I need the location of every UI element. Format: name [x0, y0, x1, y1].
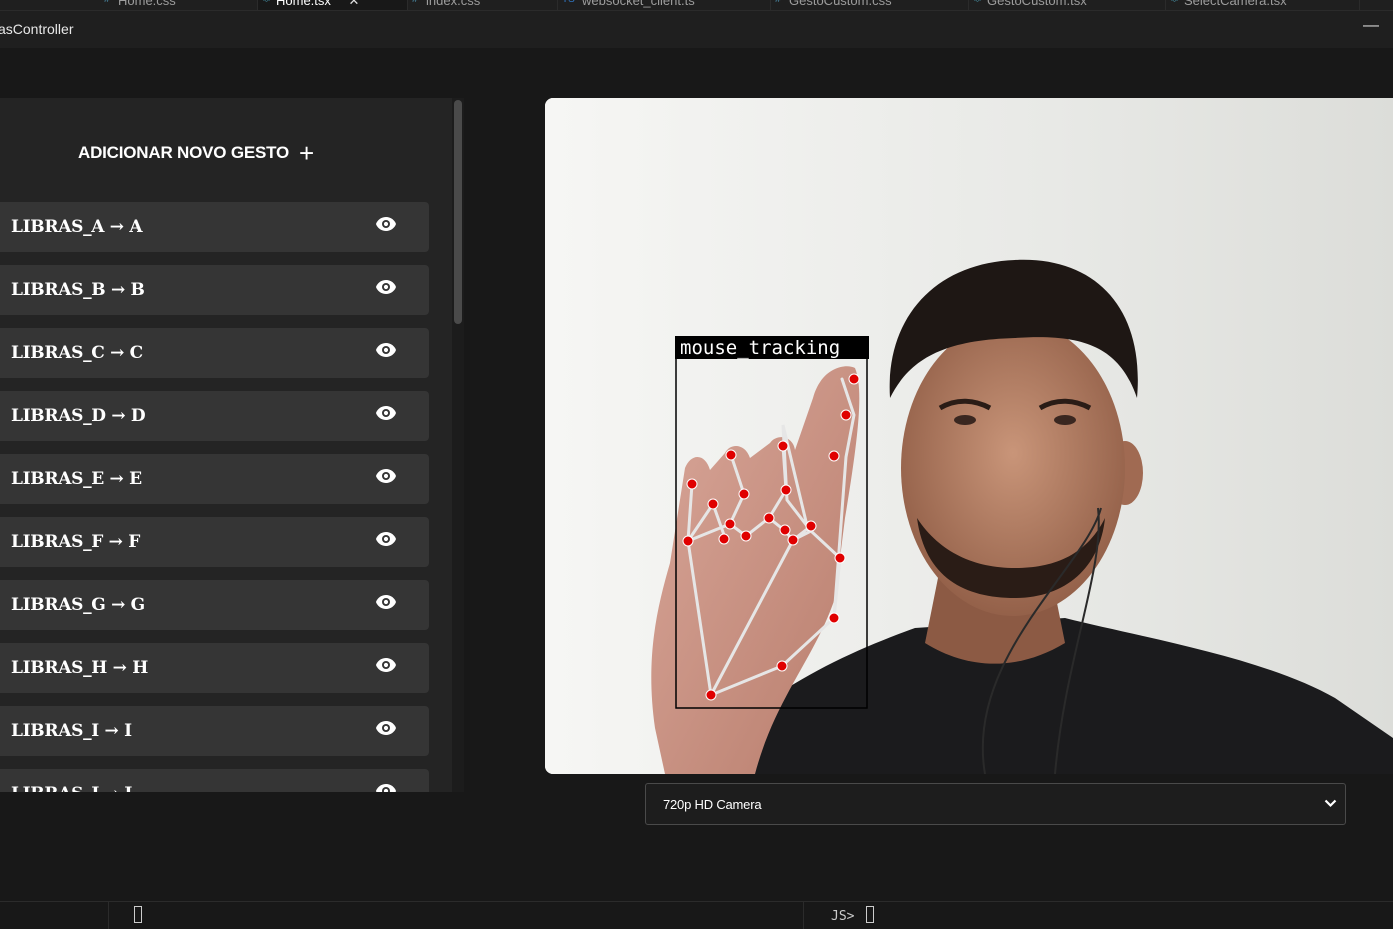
landmark-point — [805, 520, 817, 532]
landmark-point — [705, 689, 717, 701]
eye-icon[interactable] — [375, 720, 397, 736]
eye-icon[interactable] — [375, 468, 397, 484]
terminal-prompt: JS> — [831, 909, 855, 924]
react-icon: ⚛ — [973, 0, 982, 5]
gesture-label: LIBRAS_C → C — [11, 343, 143, 363]
panel-scrollbar-thumb[interactable] — [454, 100, 462, 324]
gesture-list: LIBRAS_A → A LIBRAS_B → B LIBRAS_C → C L… — [0, 202, 429, 792]
landmark-point — [848, 373, 860, 385]
editor-tab[interactable]: # GestoCustom.css — [771, 0, 969, 10]
gesture-item[interactable]: LIBRAS_E → E — [0, 454, 429, 504]
gesture-label: LIBRAS_E → E — [11, 469, 142, 489]
camera-feed: mouse_tracking — [545, 98, 1393, 774]
editor-tab[interactable]: # Home.css — [100, 0, 258, 10]
css-icon: # — [412, 0, 418, 5]
gesture-item[interactable]: LIBRAS_G → G — [0, 580, 429, 630]
react-icon: ⚛ — [1170, 0, 1179, 5]
gesture-item[interactable]: LIBRAS_C → C — [0, 328, 429, 378]
camera-select-value: 720p HD Camera — [663, 797, 762, 812]
gesture-label: LIBRAS_D → D — [11, 406, 146, 426]
gesture-item[interactable]: LIBRAS_B → B — [0, 265, 429, 315]
landmark-point — [718, 533, 730, 545]
eye-icon[interactable] — [375, 405, 397, 421]
gesture-label: LIBRAS_I → I — [11, 721, 132, 741]
landmark-point — [787, 534, 799, 546]
gesture-label: LIBRAS_F → F — [11, 532, 140, 552]
editor-tab-active[interactable]: ⚛ Home.tsx ✕ — [258, 0, 408, 10]
window-title: asController — [0, 21, 74, 37]
add-gesture-label: ADICIONAR NOVO GESTO — [78, 143, 290, 162]
close-icon[interactable]: ✕ — [349, 0, 360, 8]
landmark-point — [738, 488, 750, 500]
landmark-point — [777, 440, 789, 452]
editor-tab[interactable]: ⚛ SelectCamera.tsx — [1166, 0, 1360, 10]
landmark-point — [834, 552, 846, 564]
person-eye — [954, 415, 976, 425]
landmark-point — [686, 478, 698, 490]
gesture-item[interactable]: LIBRAS_I → I — [0, 706, 429, 756]
gesture-item[interactable]: LIBRAS_F → F — [0, 517, 429, 567]
gesture-label: LIBRAS_H → H — [11, 658, 148, 678]
camera-frame: mouse_tracking — [545, 98, 1393, 774]
css-icon: # — [775, 0, 781, 5]
person-eye — [1054, 415, 1076, 425]
landmark-point — [779, 524, 791, 536]
app-area: ADICIONAR NOVO GESTO + LIBRAS_A → A LIBR… — [0, 48, 1393, 901]
eye-icon[interactable] — [375, 594, 397, 610]
editor-tab-bar: # Home.css ⚛ Home.tsx ✕ # index.css TS w… — [0, 0, 1393, 11]
eye-icon[interactable] — [375, 279, 397, 295]
gesture-label: LIBRAS_A → A — [11, 217, 143, 237]
app-title-bar: asController — — [0, 11, 1393, 48]
add-gesture-button[interactable]: ADICIONAR NOVO GESTO + — [78, 138, 315, 168]
terminal-cursor — [134, 906, 142, 923]
landmark-point — [828, 450, 840, 462]
eye-icon[interactable] — [375, 342, 397, 358]
plus-icon: + — [299, 138, 315, 168]
minimize-button[interactable]: — — [1363, 17, 1379, 35]
eye-icon[interactable] — [375, 531, 397, 547]
editor-tab[interactable]: ⚛ GestoCustom.tsx — [969, 0, 1166, 10]
gesture-item[interactable]: LIBRAS_D → D — [0, 391, 429, 441]
gesture-panel: ADICIONAR NOVO GESTO + LIBRAS_A → A LIBR… — [0, 98, 452, 792]
landmark-point — [707, 498, 719, 510]
landmark-point — [725, 449, 737, 461]
detection-label: mouse_tracking — [680, 337, 840, 359]
landmark-point — [840, 409, 852, 421]
landmark-point — [780, 484, 792, 496]
gesture-label: LIBRAS_G → G — [11, 595, 145, 615]
gesture-label: LIBRAS_B → B — [11, 280, 145, 300]
gesture-item[interactable]: LIBRAS_J → J — [0, 769, 429, 792]
terminal-strip: JS> — [0, 901, 1393, 929]
gesture-item[interactable]: LIBRAS_H → H — [0, 643, 429, 693]
terminal-cursor — [866, 906, 874, 923]
gesture-item[interactable]: LIBRAS_A → A — [0, 202, 429, 252]
landmark-point — [740, 530, 752, 542]
camera-select[interactable]: 720p HD Camera — [645, 783, 1346, 825]
editor-tab[interactable]: # index.css — [408, 0, 558, 10]
landmark-point — [682, 535, 694, 547]
divider — [108, 902, 109, 929]
gesture-label: LIBRAS_J → J — [11, 784, 132, 792]
editor-tab[interactable]: TS websocket_client.ts — [558, 0, 771, 10]
eye-icon[interactable] — [375, 216, 397, 232]
landmark-point — [776, 660, 788, 672]
eye-icon[interactable] — [375, 657, 397, 673]
eye-icon[interactable] — [375, 783, 397, 792]
chevron-down-icon — [1324, 799, 1337, 808]
ts-icon: TS — [562, 0, 575, 5]
css-icon: # — [104, 0, 110, 5]
landmark-point — [763, 512, 775, 524]
divider — [803, 902, 804, 929]
react-icon: ⚛ — [262, 0, 271, 5]
landmark-point — [828, 612, 840, 624]
landmark-point — [724, 518, 736, 530]
